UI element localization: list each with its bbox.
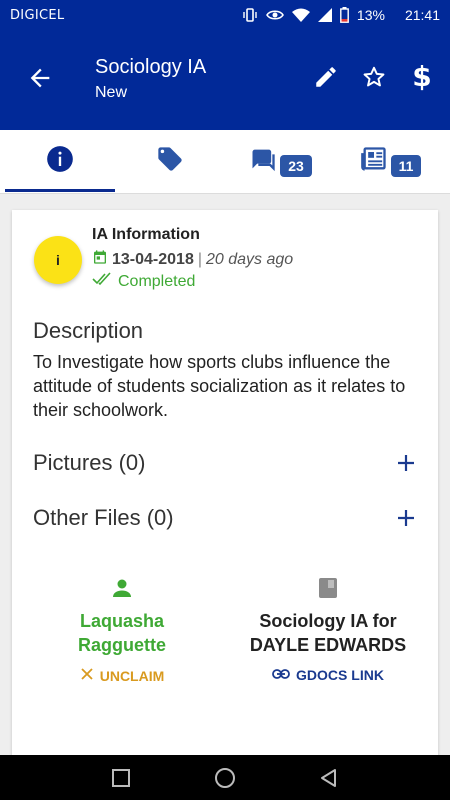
info-icon xyxy=(46,145,74,178)
page-title: Sociology IA xyxy=(95,56,207,78)
doc-title: Sociology IA for DAYLE EDWARDS xyxy=(249,611,407,655)
ia-info-card: i IA Information 13-04-2018 | 20 days ag… xyxy=(12,210,438,770)
status-text: Completed xyxy=(118,272,196,290)
carrier-name: DIGICEL xyxy=(10,7,65,23)
link-icon xyxy=(272,667,290,683)
gdocs-link-button[interactable]: GDOCS LINK xyxy=(248,667,408,683)
page-subtitle: New xyxy=(95,84,128,101)
date-separator: | xyxy=(197,250,202,268)
dollar-symbol: $ xyxy=(412,60,432,93)
tab-info[interactable] xyxy=(5,130,115,192)
wifi-icon xyxy=(291,8,310,22)
battery-icon xyxy=(340,7,349,23)
news-icon xyxy=(359,145,389,178)
claimer-name[interactable]: Laquasha Ragguette xyxy=(52,609,192,657)
tag-icon xyxy=(156,145,184,178)
tab-chat[interactable]: 23 xyxy=(225,130,335,192)
tab-bar: 23 11 xyxy=(0,130,450,194)
star-outline-icon[interactable] xyxy=(360,63,388,91)
vibrate-icon xyxy=(242,7,258,23)
add-file-icon[interactable] xyxy=(394,506,418,530)
info-title: IA Information xyxy=(92,226,200,243)
clock: 21:41 xyxy=(404,7,440,23)
status-bar: DIGICEL 13% 21:41 xyxy=(0,0,450,30)
description-text: To Investigate how sports clubs influenc… xyxy=(33,352,406,420)
home-circle-icon[interactable] xyxy=(213,766,237,790)
edit-pencil-icon[interactable] xyxy=(312,63,340,91)
claimed-by: Laquasha Ragguette UNCLAIM xyxy=(52,576,192,684)
pictures-label: Pictures (0) xyxy=(33,450,146,475)
relative-time: 20 days ago xyxy=(206,250,294,268)
unclaim-button[interactable]: UNCLAIM xyxy=(52,667,192,684)
system-nav-bar xyxy=(0,755,450,800)
person-icon xyxy=(110,576,134,605)
app-bar: Sociology IA New $ xyxy=(0,30,450,130)
close-icon xyxy=(80,667,94,684)
dollar-icon[interactable]: $ xyxy=(408,63,436,91)
unclaim-label: UNCLAIM xyxy=(99,667,165,684)
recents-square-icon[interactable] xyxy=(109,766,133,790)
tab-news[interactable]: 11 xyxy=(335,130,445,192)
battery-percent: 13% xyxy=(356,7,385,23)
ia-date: 13-04-2018 xyxy=(112,250,194,268)
linked-doc: Sociology IA for DAYLE EDWARDS GDOCS LIN… xyxy=(248,576,408,683)
info-date-row: 13-04-2018 | 20 days ago xyxy=(92,249,293,270)
add-picture-icon[interactable] xyxy=(394,451,418,475)
other-files-label: Other Files (0) xyxy=(33,505,174,530)
book-icon xyxy=(317,576,339,605)
news-count-badge: 11 xyxy=(390,155,422,177)
calendar-icon xyxy=(92,249,108,270)
signal-icon xyxy=(317,8,332,22)
chat-count-badge: 23 xyxy=(280,155,312,177)
gdocs-link-label: GDOCS LINK xyxy=(296,667,384,683)
eye-icon xyxy=(265,8,284,22)
description-label: Description xyxy=(33,318,144,343)
tab-tags[interactable] xyxy=(115,130,225,192)
chat-icon xyxy=(248,145,278,178)
info-avatar: i xyxy=(34,236,82,284)
back-arrow-icon[interactable] xyxy=(26,64,54,92)
back-triangle-icon[interactable] xyxy=(317,766,341,790)
double-check-icon xyxy=(92,272,112,291)
status-row: Completed xyxy=(92,272,195,291)
